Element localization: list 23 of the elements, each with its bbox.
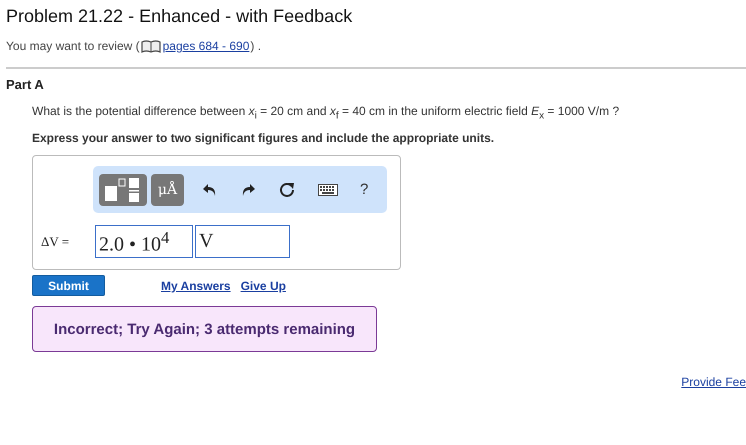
review-text: You may want to review ( [6,39,140,53]
redo-icon[interactable] [240,182,256,198]
templates-button[interactable] [99,174,147,206]
undo-icon[interactable] [202,182,218,198]
review-text: ) . [250,39,262,53]
part-title: Part A [6,77,45,92]
symbols-button[interactable]: μÅ [151,174,184,206]
feedback-message: Incorrect; Try Again; 3 attempts remaining [32,306,377,352]
units-field[interactable]: V [195,225,290,258]
instruction-text: Express your answer to two significant figures and include the appropriate units. [32,131,496,146]
keyboard-icon[interactable] [318,184,338,196]
action-link[interactable]: Give Up [240,278,286,293]
book-icon [140,40,161,52]
feedback-link[interactable]: Provide Fee [681,375,746,390]
help-button[interactable]: ? [360,181,368,198]
answer-label: ΔV = [41,234,70,250]
question-text: What is the potential difference between x$_{i}$ = 20 cm and x$_{f}$ = 40 cm in the uniform electric field E$_{x}$ = 1000 V/m ? [32,104,620,122]
action-link[interactable]: My Answers [161,278,231,293]
value-field[interactable]: 2.0 • 10$^{4}$ [95,225,193,258]
submit-button[interactable]: Submit [32,275,105,296]
pages-link[interactable]: pages 684 - 690 [140,39,250,53]
reset-icon[interactable] [278,180,296,199]
problem-title: Problem 21.22 - Enhanced - with Feedback [6,6,354,27]
